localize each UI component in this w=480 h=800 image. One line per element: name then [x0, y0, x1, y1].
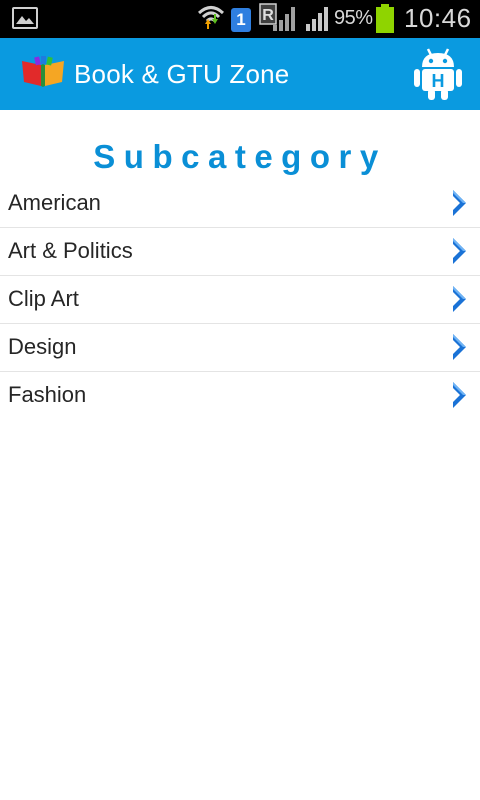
android-icon-letter: H — [432, 71, 445, 91]
list-item-label: American — [8, 190, 101, 215]
list-item-label: Clip Art — [8, 286, 79, 311]
list-item-label: Design — [8, 334, 77, 359]
chevron-right-icon — [453, 334, 466, 360]
list-item-fashion[interactable]: Fashion — [0, 372, 480, 419]
android-icon[interactable]: H — [412, 47, 464, 101]
roaming-label: R — [262, 7, 274, 24]
clock: 10:46 — [404, 3, 472, 33]
subcategory-list: American Art & Politics Clip Art Design … — [0, 180, 480, 419]
app-title: Book & GTU Zone — [74, 59, 290, 89]
gallery-icon — [12, 7, 38, 29]
chevron-right-icon — [453, 190, 466, 216]
battery-percent: 95% — [334, 7, 373, 29]
sim-icon: 1 — [231, 8, 251, 32]
roaming-signal-icon: R — [259, 3, 295, 31]
list-item-design[interactable]: Design — [0, 324, 480, 372]
list-item-label: Art & Politics — [8, 238, 133, 263]
chevron-right-icon — [453, 382, 466, 408]
chevron-right-icon — [453, 286, 466, 312]
list-item-art-politics[interactable]: Art & Politics — [0, 228, 480, 276]
list-item-american[interactable]: American — [0, 180, 480, 228]
wifi-icon — [197, 6, 225, 29]
action-bar: Book & GTU Zone H — [0, 38, 480, 110]
list-item-label: Fashion — [8, 382, 87, 407]
signal-icon — [306, 7, 328, 31]
chevron-right-icon — [453, 238, 466, 264]
page-title: Subcategory — [93, 138, 387, 175]
status-bar: 1 R 95% 10:46 — [0, 0, 480, 38]
list-item-clip-art[interactable]: Clip Art — [0, 276, 480, 324]
battery-icon — [376, 4, 394, 33]
books-icon — [22, 56, 64, 87]
